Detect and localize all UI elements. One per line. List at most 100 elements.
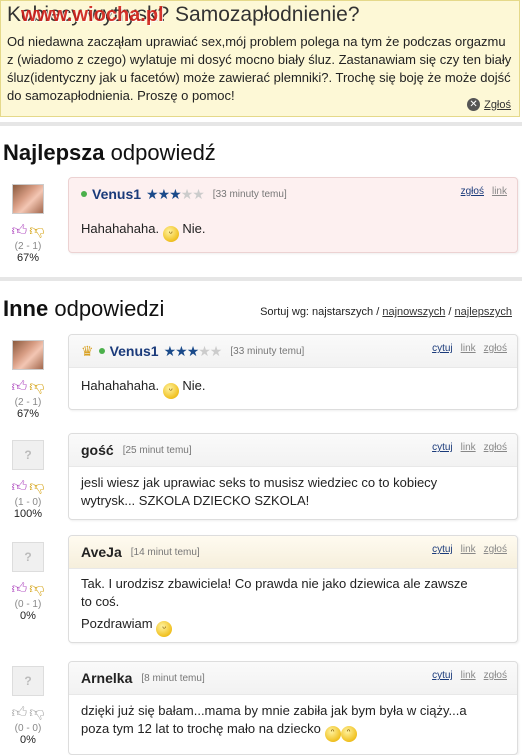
vote-percent: 67%: [16, 252, 40, 264]
answer-card: AveJa [14 minut temu] cytuj link zgłoś T…: [68, 535, 518, 643]
watermark-logo: www.wiocha.pl: [21, 4, 164, 26]
rating-stars: ★★★★★: [163, 342, 223, 359]
thumb-down-icon[interactable]: 👎︎: [29, 704, 44, 722]
answer-line: jesli wiesz jak uprawiac seks to musisz …: [81, 475, 438, 490]
answer-header: Venus1 ★★★★★ [33 minuty temu]: [81, 184, 505, 204]
answer-text: Tak. I urodzisz zbawiciela! Co prawda ni…: [81, 575, 503, 637]
thumb-up-icon[interactable]: 👍︎: [12, 704, 28, 722]
report-question-button[interactable]: ✕ Zgłoś: [467, 98, 511, 111]
timestamp: [8 minut temu]: [141, 672, 205, 684]
answer-actions: cytuj link zgłoś: [432, 670, 507, 681]
vote-percent: 0%: [20, 610, 36, 622]
report-link[interactable]: zgłoś: [484, 670, 507, 681]
report-link[interactable]: zgłoś: [484, 442, 507, 453]
answer-line: dzięki już się bałam...mama by mnie zabi…: [81, 703, 467, 718]
rating-stars: ★★★★★: [146, 185, 205, 202]
smiley-icon: ᵕ: [162, 226, 179, 242]
quote-link[interactable]: cytuj: [432, 343, 453, 354]
quote-link[interactable]: cytuj: [432, 544, 453, 555]
smiley-icon: ᵕ: [156, 621, 173, 637]
divider: [0, 122, 522, 126]
vote-box: 👍︎ 👎︎ (0 - 1) 0%: [4, 580, 52, 622]
thumb-down-icon[interactable]: 👎︎: [29, 580, 44, 598]
timestamp: [25 minut temu]: [122, 444, 192, 456]
avatar-placeholder-icon[interactable]: ?: [12, 542, 44, 572]
username[interactable]: Venus1: [92, 186, 141, 202]
username[interactable]: AveJa: [81, 544, 122, 560]
answer-line: poza tym 12 lat to trochę mało na dzieck…: [81, 720, 503, 742]
vote-box: 👍︎ 👎︎ (0 - 0) 0%: [4, 704, 52, 746]
permalink[interactable]: link: [492, 186, 507, 197]
quote-link[interactable]: cytuj: [432, 442, 453, 453]
crown-icon: ♛: [81, 342, 94, 359]
thumb-up-icon[interactable]: 👍︎: [12, 478, 28, 496]
smiley-icon: ᵕ: [162, 383, 179, 399]
answer-text: Hahahahaha. ᵕ Nie.: [81, 220, 503, 242]
question-body: Od niedawna zacząłam uprawiać sex,mój pr…: [7, 34, 512, 103]
best-answer-heading: Najlepsza odpowiedź: [3, 140, 216, 165]
close-circle-icon: ✕: [467, 98, 481, 111]
permalink[interactable]: link: [461, 442, 476, 453]
thumb-up-icon[interactable]: 👍︎: [12, 222, 28, 240]
divider: [0, 277, 522, 281]
question-box: Kobiecy wytrysk? Samozapłodnienie? www.w…: [0, 0, 520, 117]
answer-line: wytrysk... SZKOLA DZIECKO SZKOLA!: [81, 493, 310, 508]
avatar[interactable]: [12, 340, 44, 370]
permalink[interactable]: link: [461, 670, 476, 681]
vote-percent: 67%: [16, 408, 40, 420]
answer-card: ♛ Venus1 ★★★★★ [33 minuty temu] cytuj li…: [68, 334, 518, 410]
vote-count: (0 - 0): [14, 723, 42, 734]
answer-actions: cytuj link zgłoś: [432, 442, 507, 453]
vote-count: (1 - 0): [14, 497, 42, 508]
online-dot-icon: [81, 191, 87, 197]
timestamp: [33 minuty temu]: [230, 345, 305, 357]
quote-link[interactable]: cytuj: [432, 670, 453, 681]
sort-best-link[interactable]: najlepszych: [455, 306, 512, 318]
smiley-icon: ᵔ: [324, 726, 341, 742]
thumb-up-icon[interactable]: 👍︎: [12, 580, 28, 598]
other-answers-heading: Inne odpowiedzi: [3, 296, 165, 321]
report-link[interactable]: zgłoś: [461, 186, 484, 197]
answer-text: jesli wiesz jak uprawiac seks to musisz …: [81, 474, 503, 510]
answer-card: Arnelka [8 minut temu] cytuj link zgłoś …: [68, 661, 518, 755]
timestamp: [33 minuty temu]: [212, 188, 287, 200]
answer-card: gość [25 minut temu] cytuj link zgłoś je…: [68, 433, 518, 520]
vote-count: (0 - 1): [14, 599, 42, 610]
username[interactable]: Arnelka: [81, 670, 132, 686]
permalink[interactable]: link: [461, 544, 476, 555]
report-link[interactable]: zgłoś: [484, 544, 507, 555]
vote-percent: 100%: [13, 508, 43, 520]
answer-text: dzięki już się bałam...mama by mnie zabi…: [81, 702, 503, 742]
answer-actions: zgłoś link: [461, 186, 507, 197]
best-answer-card: Venus1 ★★★★★ [33 minuty temu] zgłoś link…: [68, 177, 518, 253]
avatar-placeholder-icon[interactable]: ?: [12, 440, 44, 470]
answer-actions: cytuj link zgłoś: [432, 343, 507, 354]
username[interactable]: Venus1: [110, 343, 159, 359]
vote-count: (2 - 1): [14, 397, 42, 408]
vote-count: (2 - 1): [14, 241, 42, 252]
timestamp: [14 minut temu]: [130, 546, 200, 558]
thumb-up-icon[interactable]: 👍︎: [12, 378, 28, 396]
permalink[interactable]: link: [461, 343, 476, 354]
report-label: Zgłoś: [484, 98, 511, 111]
vote-box: 👍︎ 👎︎ (2 - 1) 67%: [4, 222, 52, 264]
sort-newest-link[interactable]: najnowszych: [382, 306, 445, 318]
answer-text: Hahahahaha. ᵕ Nie.: [81, 377, 503, 399]
avatar-placeholder-icon[interactable]: ?: [12, 666, 44, 696]
sort-bar: Sortuj wg: najstarszych / najnowszych / …: [260, 306, 512, 318]
report-link[interactable]: zgłoś: [484, 343, 507, 354]
vote-box: 👍︎ 👎︎ (1 - 0) 100%: [4, 478, 52, 520]
thumb-down-icon[interactable]: 👎︎: [29, 478, 44, 496]
answer-line: Pozdrawiam ᵕ: [81, 615, 503, 637]
vote-box: 👍︎ 👎︎ (2 - 1) 67%: [4, 378, 52, 420]
smiley-icon: ᵔ: [340, 726, 357, 742]
thumb-down-icon[interactable]: 👎︎: [29, 378, 44, 396]
answer-line: to coś.: [81, 594, 120, 609]
thumb-down-icon[interactable]: 👎︎: [29, 222, 44, 240]
online-dot-icon: [98, 348, 105, 354]
username[interactable]: gość: [81, 442, 114, 458]
answer-actions: cytuj link zgłoś: [432, 544, 507, 555]
vote-percent: 0%: [20, 734, 36, 746]
avatar[interactable]: [12, 184, 44, 214]
answer-line: Tak. I urodzisz zbawiciela! Co prawda ni…: [81, 576, 468, 591]
